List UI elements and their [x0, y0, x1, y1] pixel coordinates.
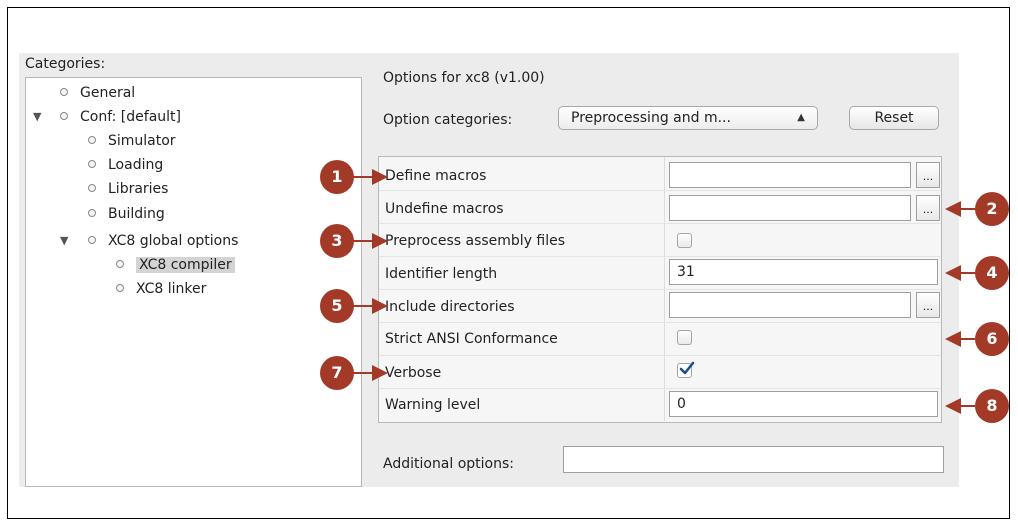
option-categories-value: Preprocessing and m... [571, 110, 731, 126]
include-directories-field[interactable] [669, 292, 911, 318]
identifier-length-label: Identifier length [385, 266, 498, 282]
tree-item-xc8-compiler[interactable]: XC8 compiler [116, 254, 235, 276]
callout-7: 7 [320, 356, 354, 390]
checkmark-icon [679, 361, 695, 375]
tree-item-general[interactable]: General [60, 82, 135, 104]
node-icon [88, 184, 96, 192]
callout-4: 4 [975, 256, 1009, 290]
callout-2: 2 [975, 192, 1009, 226]
node-icon [60, 112, 68, 120]
define-macros-label: Define macros [385, 168, 487, 184]
additional-options-label: Additional options: [383, 456, 515, 472]
callout-3: 3 [320, 224, 354, 258]
callout-1: 1 [320, 160, 354, 194]
node-icon [88, 160, 96, 168]
include-directories-label: Include directories [385, 299, 515, 315]
include-directories-browse-button[interactable]: ... [916, 292, 940, 318]
node-icon [88, 136, 96, 144]
row-divider [379, 388, 941, 389]
callout-6: 6 [975, 322, 1009, 356]
categories-tree[interactable]: ▼ ▼ General Conf: [default] Simulator Lo… [25, 77, 362, 487]
node-icon [116, 260, 124, 268]
row-divider [379, 256, 941, 257]
row-divider [379, 190, 941, 191]
reset-button[interactable]: Reset [849, 106, 939, 130]
tree-item-conf[interactable]: Conf: [default] [60, 106, 181, 128]
preprocess-assembly-label: Preprocess assembly files [385, 233, 566, 249]
tree-item-xc8-linker[interactable]: XC8 linker [116, 278, 206, 300]
node-icon [60, 88, 68, 96]
options-title: Options for xc8 (v1.00) [383, 70, 545, 86]
expand-xc8-global-icon[interactable]: ▼ [60, 230, 68, 252]
tree-item-building[interactable]: Building [88, 203, 165, 225]
tree-item-xc8-global-options[interactable]: XC8 global options [88, 230, 238, 252]
node-icon [88, 236, 96, 244]
node-icon [116, 284, 124, 292]
strict-ansi-checkbox[interactable] [677, 330, 692, 345]
preprocess-assembly-checkbox[interactable] [677, 233, 692, 248]
option-categories-label: Option categories: [383, 112, 513, 128]
undefine-macros-browse-button[interactable]: ... [916, 195, 940, 221]
define-macros-field[interactable] [669, 162, 911, 188]
node-icon [88, 209, 96, 217]
tree-item-loading[interactable]: Loading [88, 154, 163, 176]
callout-5: 5 [320, 289, 354, 323]
warning-level-field[interactable]: 0 [669, 391, 938, 417]
strict-ansi-label: Strict ANSI Conformance [385, 331, 558, 347]
undefine-macros-field[interactable] [669, 195, 911, 221]
row-divider [379, 322, 941, 323]
row-divider [379, 289, 941, 290]
callout-8: 8 [975, 389, 1009, 423]
tree-item-libraries[interactable]: Libraries [88, 178, 168, 200]
expand-conf-icon[interactable]: ▼ [33, 106, 41, 128]
verbose-label: Verbose [385, 365, 442, 381]
row-divider [379, 223, 941, 224]
updown-arrows-icon: ▲ [797, 112, 805, 123]
warning-level-label: Warning level [385, 397, 481, 413]
categories-label: Categories: [25, 56, 106, 72]
define-macros-browse-button[interactable]: ... [916, 162, 940, 188]
additional-options-field[interactable] [563, 446, 944, 473]
option-categories-select[interactable]: Preprocessing and m... ▲ [558, 106, 818, 130]
undefine-macros-label: Undefine macros [385, 201, 504, 217]
tree-item-simulator[interactable]: Simulator [88, 130, 176, 152]
row-divider [379, 355, 941, 356]
verbose-checkbox[interactable] [677, 361, 695, 378]
identifier-length-field[interactable]: 31 [669, 259, 938, 285]
